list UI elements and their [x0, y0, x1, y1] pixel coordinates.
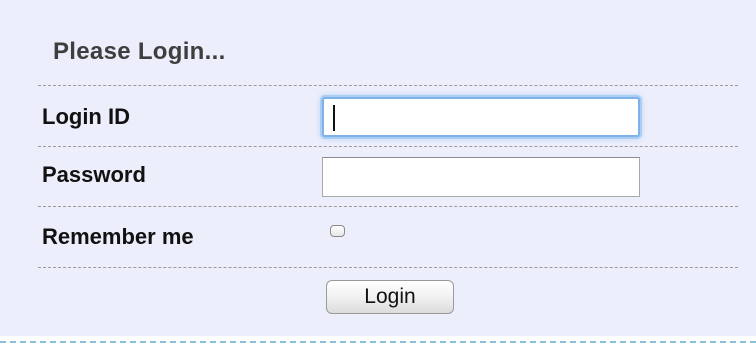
login-button[interactable]: Login [326, 280, 454, 314]
divider [38, 85, 738, 86]
divider [38, 146, 738, 147]
password-input[interactable] [322, 157, 640, 197]
password-label: Password [42, 162, 146, 187]
login-id-input[interactable] [322, 97, 640, 137]
form-title: Please Login... [53, 38, 226, 65]
remember-me-label: Remember me [42, 224, 194, 249]
divider [38, 267, 738, 268]
divider [38, 206, 738, 207]
panel-bottom-border [0, 341, 756, 343]
login-panel: Please Login... Login ID Password Rememb… [0, 0, 756, 336]
remember-me-checkbox[interactable] [330, 225, 345, 237]
login-id-label: Login ID [42, 104, 130, 129]
text-cursor [333, 105, 335, 131]
